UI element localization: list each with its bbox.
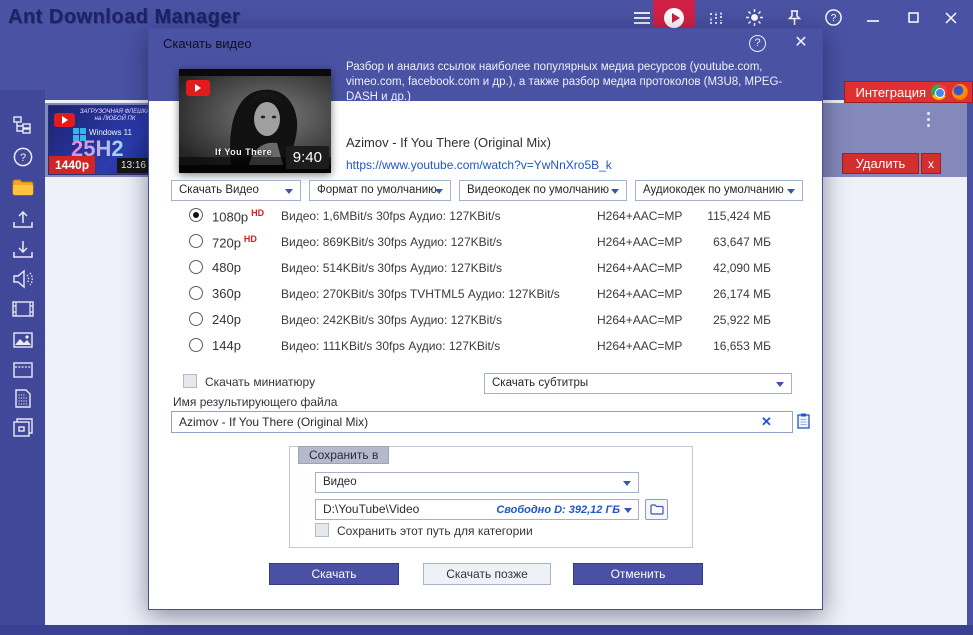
- radio-720p[interactable]: [189, 234, 203, 248]
- hd-badge: HD: [243, 234, 257, 244]
- quality-row-1080p[interactable]: 1080p HD Видео: 1,6MBit/s 30fps Аудио: 12…: [149, 203, 822, 229]
- maximize-icon[interactable]: [896, 0, 930, 35]
- youtube-play-icon: [54, 113, 75, 127]
- image-icon[interactable]: [11, 328, 34, 351]
- dialog-description: Разбор и анализ ссылок наиболее популярн…: [346, 61, 783, 103]
- svg-text:?: ?: [19, 152, 25, 164]
- download-icon[interactable]: [11, 237, 34, 260]
- clear-filename-icon[interactable]: ✕: [761, 414, 772, 430]
- save-path-checkbox[interactable]: [315, 523, 329, 537]
- filename-input[interactable]: [171, 411, 793, 433]
- row-menu-icon[interactable]: [925, 112, 931, 130]
- quality-row-480p[interactable]: 480p Видео: 514KBit/s 30fps Аудио: 127KB…: [149, 255, 822, 281]
- download-later-button[interactable]: Скачать позже: [423, 563, 551, 585]
- archive-icon[interactable]: [11, 416, 34, 439]
- play-icon: [664, 7, 684, 28]
- video-title: Azimov - If You There (Original Mix): [346, 135, 551, 150]
- integration-button[interactable]: Интеграция: [844, 81, 973, 103]
- videocodec-dropdown[interactable]: Видеокодек по умолчанию: [459, 180, 627, 201]
- radio-144p[interactable]: [189, 338, 203, 352]
- radio-480p[interactable]: [189, 260, 203, 274]
- integration-label: Интеграция: [855, 84, 926, 100]
- free-space-text: Свободно D: 392,12 ГБ: [496, 504, 620, 516]
- download-thumbnail-label: Скачать миниатюру: [205, 375, 316, 389]
- video-duration-badge: 9:40: [285, 146, 329, 169]
- subtitles-dropdown[interactable]: Скачать субтитры: [484, 373, 792, 394]
- browse-folder-button[interactable]: [645, 499, 668, 520]
- quality-row-360p[interactable]: 360p Видео: 270KBit/s 30fps TVHTML5 Ауди…: [149, 281, 822, 307]
- quality-row-240p[interactable]: 240p Видео: 242KBit/s 30fps Аудио: 127KB…: [149, 307, 822, 333]
- download-video-dialog: Скачать видео ? ✕ Разбор и анализ ссылок…: [148, 28, 823, 610]
- cancel-button[interactable]: Отменить: [573, 563, 703, 585]
- resolution-badge: 1440p: [49, 156, 96, 174]
- thumb-caption: If You There: [215, 147, 273, 157]
- youtube-play-icon: [186, 80, 210, 96]
- radio-360p[interactable]: [189, 286, 203, 300]
- close-icon[interactable]: [934, 0, 968, 35]
- filename-label: Имя результирующего файла: [173, 395, 338, 409]
- action-dropdown[interactable]: Скачать Видео: [171, 180, 301, 201]
- quality-row-720p[interactable]: 720p HD Видео: 869KBit/s 30fps Аудио: 127…: [149, 229, 822, 255]
- audiocodec-dropdown[interactable]: Аудиокодек по умолчанию: [635, 180, 803, 201]
- save-to-group: Сохранить в Видео D:\YouTube\Video Свобо…: [289, 446, 693, 548]
- dialog-close-icon[interactable]: ✕: [792, 34, 810, 52]
- document-icon[interactable]: [11, 387, 34, 410]
- delete-button[interactable]: Удалить: [842, 153, 919, 174]
- download-thumbnail-checkbox[interactable]: [183, 374, 197, 388]
- svg-text:?: ?: [830, 13, 836, 24]
- folder-icon[interactable]: [11, 176, 34, 199]
- browser-icon[interactable]: [11, 358, 34, 381]
- sidebar: ?: [0, 90, 45, 625]
- dialog-help-icon[interactable]: ?: [749, 35, 766, 52]
- firefox-icon: [952, 84, 968, 100]
- video-thumbnail: If You There 9:40: [179, 69, 331, 173]
- paste-icon[interactable]: [797, 413, 810, 432]
- help-icon[interactable]: ?: [11, 145, 34, 168]
- save-path-combo[interactable]: D:\YouTube\Video Свободно D: 392,12 ГБ: [315, 499, 639, 520]
- format-dropdown[interactable]: Формат по умолчанию: [309, 180, 451, 201]
- category-dropdown[interactable]: Видео: [315, 472, 639, 493]
- window-bottom-frame: [0, 625, 973, 635]
- upload-icon[interactable]: [11, 207, 34, 230]
- minimize-icon[interactable]: [856, 0, 890, 35]
- save-path-value: D:\YouTube\Video: [323, 502, 420, 516]
- radio-1080p[interactable]: [189, 208, 203, 222]
- scheme-icon[interactable]: [11, 113, 34, 136]
- list-item-thumbnail: ЗАГРУЗОЧНАЯ ФЛЕШКА на ЛЮБОЙ ПК Windows 11…: [48, 105, 151, 175]
- save-path-checkbox-label: Сохранить этот путь для категории: [337, 524, 533, 538]
- dialog-title: Скачать видео: [163, 36, 252, 51]
- app-title: Ant Download Manager: [8, 6, 241, 28]
- save-to-legend: Сохранить в: [298, 446, 390, 464]
- download-button[interactable]: Скачать: [269, 563, 399, 585]
- video-icon[interactable]: [11, 297, 34, 320]
- duration-badge: 13:16: [116, 158, 150, 173]
- quality-row-144p[interactable]: 144p Видео: 111KBit/s 30fps Аудио: 127KB…: [149, 333, 822, 359]
- row-close-button[interactable]: x: [921, 153, 941, 174]
- radio-240p[interactable]: [189, 312, 203, 326]
- audio-icon[interactable]: [11, 267, 34, 290]
- chrome-icon: [931, 84, 947, 100]
- video-url-link[interactable]: https://www.youtube.com/watch?v=YwNnXro5…: [346, 158, 612, 172]
- hd-badge: HD: [251, 208, 265, 218]
